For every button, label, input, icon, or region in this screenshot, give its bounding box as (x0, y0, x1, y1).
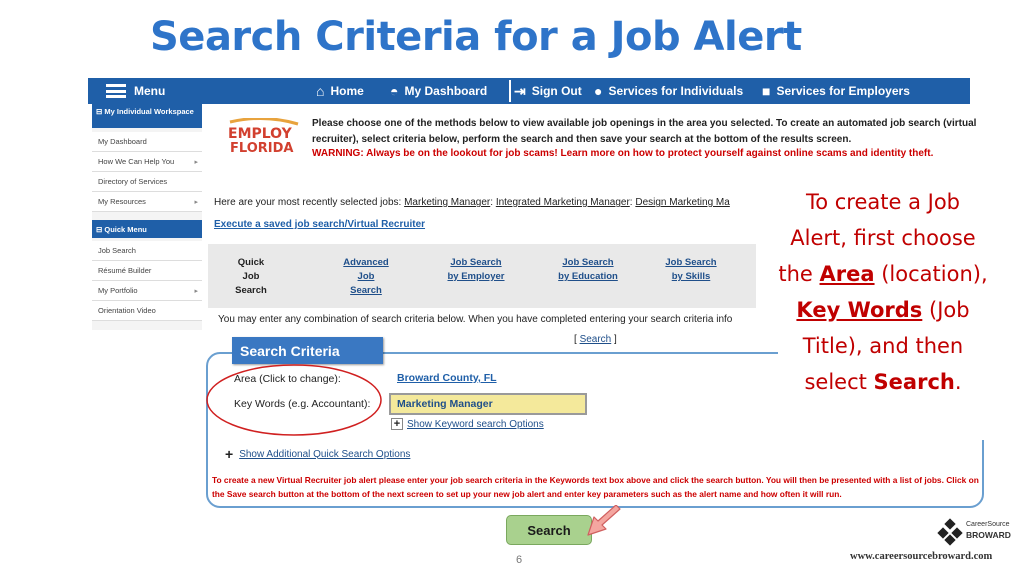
tab-label: Job Search (450, 257, 502, 268)
keyword-options-label: Show Keyword search Options (407, 418, 544, 430)
services-individuals-link[interactable]: ● Services for Individuals (594, 78, 743, 104)
services-employers-link[interactable]: ■ Services for Employers (762, 78, 910, 104)
tab-label: Job (242, 271, 260, 282)
sidebar-header-quick-menu[interactable]: ⊟ Quick Menu (92, 220, 202, 238)
dashboard-label: My Dashboard (404, 84, 488, 98)
careersource-brand: CareerSource BROWARD (966, 520, 1011, 540)
sidebar-item-dashboard[interactable]: My Dashboard (92, 132, 202, 152)
tab-label: by Employer (447, 271, 505, 282)
sign-out-label: Sign Out (531, 84, 582, 98)
tab-search-by-employer[interactable]: Job Search by Employer (440, 256, 512, 284)
sidebar-item-directory[interactable]: Directory of Services (92, 172, 202, 192)
gauge-icon: ◓ (390, 83, 399, 99)
callout-area: Area (819, 262, 875, 286)
tab-label: Job Search (665, 257, 717, 268)
careersource-logo-icon (937, 518, 963, 546)
dashboard-link[interactable]: ◓ My Dashboard (390, 78, 487, 104)
sidebar-item-label: Orientation Video (98, 306, 156, 315)
sign-out-link[interactable]: ⇥ Sign Out (514, 78, 582, 104)
callout-text: (location), (881, 262, 988, 286)
keywords-input[interactable]: Marketing Manager (389, 393, 587, 415)
website-url: www.careersourcebroward.com (850, 551, 993, 562)
recent-job-link[interactable]: Marketing Manager (404, 197, 490, 208)
tab-advanced-job-search[interactable]: Advanced Job Search (336, 256, 396, 298)
saved-search-link[interactable]: Execute a saved job search/Virtual Recru… (214, 219, 425, 230)
top-nav-bar: Menu ⌂ Home ◓ My Dashboard ⇥ Sign Out ● … (88, 78, 970, 104)
page-number: 6 (516, 554, 523, 566)
services-employers-label: Services for Employers (776, 84, 910, 98)
additional-options-toggle[interactable]: + Show Additional Quick Search Options (225, 446, 410, 462)
tab-label: Quick (237, 257, 265, 268)
sidebar-item-label: Résumé Builder (98, 266, 152, 275)
sidebar-item-orientation-video[interactable]: Orientation Video (92, 301, 202, 321)
instruction-callout: To create a Job Alert, first choose the … (778, 184, 988, 440)
callout-period: . (954, 370, 962, 394)
menu-label: Menu (134, 84, 166, 98)
sidebar-item-resume-builder[interactable]: Résumé Builder (92, 261, 202, 281)
additional-options-label: Show Additional Quick Search Options (239, 448, 411, 460)
tab-label: by Skills (671, 271, 711, 282)
tab-quick-job-search[interactable]: Quick Job Search (228, 256, 274, 298)
sidebar-item-job-search[interactable]: Job Search (92, 241, 202, 261)
highlight-oval (206, 364, 382, 436)
scam-warning-link[interactable]: WARNING: Always be on the lookout for jo… (312, 148, 933, 159)
slide-title: Search Criteria for a Job Alert (150, 14, 802, 60)
sidebar-header-workspace[interactable]: ⊟ My Individual Workspace (92, 104, 202, 128)
sidebar: ⊟ My Individual Workspace My Dashboard H… (92, 104, 202, 330)
logo-line2: FLORIDA (230, 141, 293, 156)
tab-label: Search (350, 285, 382, 296)
chevron-right-icon: ▸ (194, 198, 198, 206)
logo-line1: EMPLOY (228, 126, 293, 142)
criteria-help-text: You may enter any combination of search … (218, 314, 733, 325)
tab-search-by-education[interactable]: Job Search by Education (550, 256, 626, 284)
sidebar-item-label: My Resources (98, 197, 146, 206)
sidebar-item-label: Job Search (98, 246, 136, 255)
chevron-right-icon: ▸ (194, 287, 198, 295)
sign-out-icon: ⇥ (514, 82, 526, 99)
instructions-text: Please choose one of the methods below t… (312, 118, 977, 145)
recent-jobs-line: Here are your most recently selected job… (214, 197, 730, 208)
pointer-arrow-icon (587, 505, 621, 536)
chevron-right-icon: ▸ (194, 158, 198, 166)
employ-florida-logo: EMPLOY FLORIDA (228, 118, 299, 156)
sidebar-item-label: How We Can Help You (98, 157, 175, 166)
hamburger-icon (106, 84, 126, 98)
sidebar-item-how-we-help[interactable]: How We Can Help You ▸ (92, 152, 202, 172)
search-method-tabs: Quick Job Search Advanced Job Search Job… (208, 244, 756, 308)
briefcase-icon: ■ (762, 83, 771, 99)
services-individuals-label: Services for Individuals (608, 84, 744, 98)
tab-label: Search (235, 285, 267, 296)
plus-icon: + (391, 418, 403, 430)
home-label: Home (330, 84, 364, 98)
tab-label: by Education (558, 271, 618, 282)
sidebar-item-resources[interactable]: My Resources ▸ (92, 192, 202, 212)
tab-search-by-skills[interactable]: Job Search by Skills (658, 256, 724, 284)
nav-divider (509, 80, 511, 102)
tab-label: Job Search (562, 257, 614, 268)
search-button[interactable]: Search (506, 515, 592, 545)
virtual-recruiter-note: To create a new Virtual Recruiter job al… (212, 475, 979, 499)
callout-keywords: Key Words (796, 298, 923, 322)
menu-button[interactable]: Menu (106, 78, 165, 104)
tab-label: Advanced (343, 257, 389, 268)
people-icon: ● (594, 83, 603, 99)
plus-icon: + (225, 446, 234, 462)
area-link[interactable]: Broward County, FL (397, 372, 497, 384)
sidebar-item-portfolio[interactable]: My Portfolio ▸ (92, 281, 202, 301)
keyword-options-toggle[interactable]: + Show Keyword search Options (391, 418, 544, 430)
search-link-label: Search (579, 334, 612, 345)
home-icon: ⌂ (316, 83, 325, 99)
sidebar-item-label: My Portfolio (98, 286, 138, 295)
brand-line2: BROWARD (966, 530, 1011, 540)
tab-label: Job (357, 271, 375, 282)
brand-line1: CareerSource (966, 521, 1010, 528)
recent-job-link[interactable]: Integrated Marketing Manager (496, 197, 630, 208)
recent-jobs-prefix: Here are your most recently selected job… (214, 197, 405, 208)
sidebar-item-label: My Dashboard (98, 137, 147, 146)
recent-job-link[interactable]: Design Marketing Ma (635, 197, 729, 208)
callout-search: Search (873, 370, 955, 394)
sidebar-item-label: Directory of Services (98, 177, 168, 186)
home-link[interactable]: ⌂ Home (316, 78, 364, 104)
search-link-top[interactable]: [ Search ] (574, 334, 617, 345)
